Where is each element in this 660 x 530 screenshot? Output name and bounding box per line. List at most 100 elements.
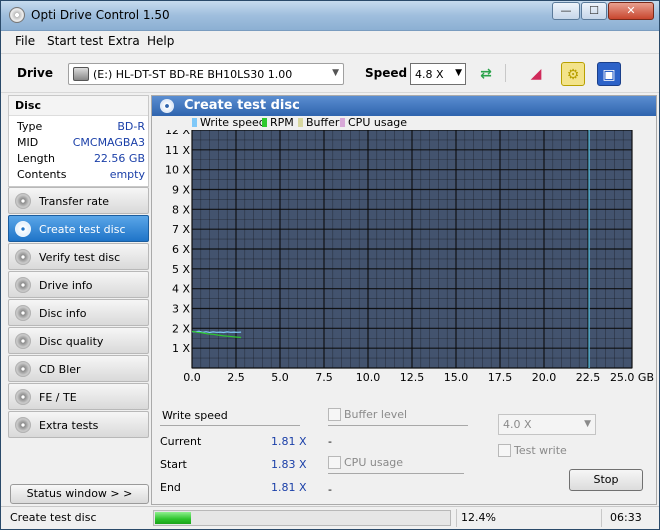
test-speed-select[interactable]: 4.0 X ▼	[498, 414, 596, 435]
disc-key: Type	[17, 120, 43, 133]
disc-value: 22.56 GB	[93, 152, 145, 165]
cpu-usage-label: CPU usage	[344, 456, 404, 469]
legend-swatch	[340, 118, 345, 127]
disc-icon	[15, 417, 31, 433]
minimize-button[interactable]: —	[552, 2, 580, 20]
nav-drive-info[interactable]: Drive info	[8, 271, 149, 298]
app-window: Opti Drive Control 1.50 — ☐ ✕ File Start…	[0, 0, 660, 530]
x-tick-label: 25.0 GB	[610, 371, 654, 384]
nav-create-test-disc[interactable]: Create test disc	[8, 215, 149, 242]
current-value: 1.81 X	[271, 435, 307, 448]
nav-label: CD Bler	[39, 363, 81, 376]
panel-header: Create test disc	[152, 96, 656, 116]
disc-icon	[160, 99, 174, 113]
disc-icon	[15, 277, 31, 293]
disc-row-mid: MID CMCMAGBA3	[17, 136, 145, 152]
nav-extra-tests[interactable]: Extra tests	[8, 411, 149, 438]
stats-area: Write speed Current 1.81 X Start 1.83 X …	[152, 404, 656, 506]
disc-header: Disc	[9, 96, 148, 116]
start-value: 1.83 X	[271, 458, 307, 471]
menu-extra[interactable]: Extra	[108, 34, 140, 48]
legend-swatch	[192, 118, 197, 127]
refresh-icon[interactable]: ⇄	[474, 62, 498, 86]
disc-icon	[15, 389, 31, 405]
start-label: Start	[160, 458, 187, 471]
x-tick-label: 0.0	[183, 371, 201, 384]
settings-icon[interactable]: ⚙	[561, 62, 585, 86]
end-value: 1.81 X	[271, 481, 307, 494]
test-write-checkbox[interactable]	[498, 444, 511, 457]
nav-verify-test-disc[interactable]: Verify test disc	[8, 243, 149, 270]
buffer-level-checkbox[interactable]	[328, 408, 341, 421]
y-tick-label: 9 X	[172, 184, 190, 197]
nav-label: Drive info	[39, 279, 93, 292]
disc-value: BD-R	[117, 120, 145, 133]
nav-disc-quality[interactable]: Disc quality	[8, 327, 149, 354]
window-title: Opti Drive Control 1.50	[31, 8, 170, 22]
y-tick-label: 7 X	[172, 223, 190, 236]
divider	[328, 473, 464, 474]
disc-app-icon	[9, 7, 25, 23]
drive-select[interactable]: (E:) HL-DT-ST BD-RE BH10LS30 1.00 ▼	[68, 63, 344, 85]
write-speed-chart: 1 X 2 X 3 X 4 X 5 X 6 X 7 X 8 X 9 X 10 X 11 X 12 X 0…	[165, 130, 654, 384]
y-tick-label: 4 X	[172, 283, 190, 296]
menu-file[interactable]: File	[15, 34, 35, 48]
buffer-level-label: Buffer level	[344, 408, 408, 421]
nav-fe-te[interactable]: FE / TE	[8, 383, 149, 410]
x-tick-label: 5.0	[271, 371, 289, 384]
status-text: Create test disc	[10, 511, 97, 524]
status-window-button[interactable]: Status window > >	[10, 484, 149, 504]
nav-disc-info[interactable]: Disc info	[8, 299, 149, 326]
y-tick-label: 8 X	[172, 203, 190, 216]
chevron-down-icon: ▼	[455, 68, 462, 78]
x-tick-label: 2.5	[227, 371, 245, 384]
x-tick-label: 15.0	[444, 371, 469, 384]
legend-item-rpm: RPM	[262, 116, 294, 130]
stop-button[interactable]: Stop	[569, 469, 643, 491]
status-divider	[601, 509, 602, 527]
toolbar-divider	[505, 64, 506, 82]
disc-icon	[15, 193, 31, 209]
close-button[interactable]: ✕	[608, 2, 654, 20]
status-divider	[456, 509, 457, 527]
disc-icon	[15, 305, 31, 321]
x-tick-label: 20.0	[532, 371, 557, 384]
disc-info-box: Disc Type BD-R MID CMCMAGBA3 Length 22.5…	[8, 95, 149, 187]
legend-label: CPU usage	[348, 116, 408, 129]
status-bar: Create test disc 12.4% 06:33	[1, 506, 659, 529]
y-tick-label: 3 X	[172, 303, 190, 316]
nav-label: Extra tests	[39, 419, 99, 432]
toolbar: Drive (E:) HL-DT-ST BD-RE BH10LS30 1.00 …	[1, 53, 659, 93]
x-tick-label: 7.5	[315, 371, 333, 384]
drive-icon	[73, 67, 89, 81]
progress-fill	[155, 512, 192, 524]
divider	[328, 425, 468, 426]
menu-start-test[interactable]: Start test	[47, 34, 103, 48]
legend-label: Buffer	[306, 116, 340, 129]
drive-label: Drive	[17, 66, 53, 80]
save-icon[interactable]: ▣	[597, 62, 621, 86]
disc-row-type: Type BD-R	[17, 120, 145, 136]
test-write-label: Test write	[514, 444, 567, 457]
legend-swatch	[262, 118, 267, 127]
nav-label: Disc quality	[39, 335, 104, 348]
x-tick-label: 17.5	[488, 371, 513, 384]
eraser-icon[interactable]: ◢	[524, 62, 548, 86]
nav-label: Disc info	[39, 307, 87, 320]
nav-cd-bler[interactable]: CD Bler	[8, 355, 149, 382]
disc-icon	[15, 361, 31, 377]
nav-label: Transfer rate	[39, 195, 110, 208]
cpu-usage-checkbox[interactable]	[328, 456, 341, 469]
speed-select[interactable]: 4.8 X ▼	[410, 63, 466, 85]
disc-value: empty	[109, 168, 145, 181]
title-bar: Opti Drive Control 1.50 — ☐ ✕	[1, 1, 659, 31]
drive-select-value: (E:) HL-DT-ST BD-RE BH10LS30 1.00	[93, 68, 293, 81]
menu-help[interactable]: Help	[147, 34, 174, 48]
elapsed-time: 06:33	[610, 511, 642, 524]
maximize-button[interactable]: ☐	[581, 2, 607, 20]
y-tick-label: 10 X	[165, 164, 190, 177]
test-speed-value: 4.0 X	[503, 418, 532, 431]
nav-transfer-rate[interactable]: Transfer rate	[8, 187, 149, 214]
disc-row-contents: Contents empty	[17, 168, 145, 184]
disc-icon	[15, 221, 31, 237]
